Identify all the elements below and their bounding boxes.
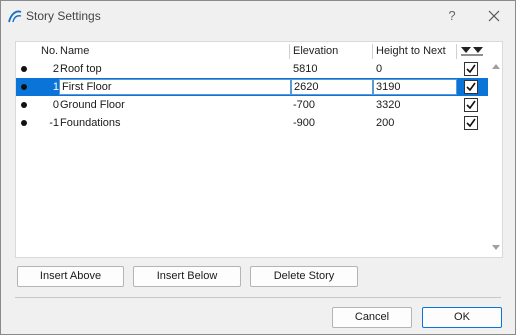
column-header-name[interactable]: Name	[60, 45, 89, 57]
story-elevation-field[interactable]: 2620	[291, 79, 373, 95]
scroll-down-arrow-icon[interactable]	[491, 242, 501, 252]
column-header-elevation[interactable]: Elevation	[293, 45, 338, 57]
help-button[interactable]: ?	[442, 7, 462, 25]
title-bar: Story Settings ?	[1, 1, 515, 31]
story-name[interactable]: Roof top	[60, 63, 102, 75]
story-number: 2	[52, 63, 59, 75]
column-separator[interactable]	[456, 44, 457, 59]
show-story-checkbox[interactable]	[464, 62, 478, 76]
table-row[interactable]: 2 Roof top 5810 0	[16, 60, 488, 78]
show-in-3d-column-toggle-icon[interactable]	[459, 44, 485, 58]
show-story-checkbox[interactable]	[464, 98, 478, 112]
delete-story-button[interactable]: Delete Story	[250, 266, 358, 287]
story-number: 1	[52, 81, 59, 93]
checkmark-icon	[466, 64, 476, 74]
story-name-field[interactable]: First Floor	[59, 79, 291, 95]
table-row-selected[interactable]: 1 First Floor 2620 3190	[16, 78, 488, 96]
table-row[interactable]: 0 Ground Floor -700 3320	[16, 96, 488, 114]
story-settings-dialog: Story Settings ? No. Name Elevation Heig…	[0, 0, 516, 335]
checkmark-icon	[466, 118, 476, 128]
column-separator[interactable]	[289, 44, 290, 59]
story-height-to-next[interactable]: 0	[376, 63, 382, 75]
story-table: No. Name Elevation Height to Next 2 Roof…	[15, 41, 503, 258]
close-icon	[488, 10, 500, 22]
window-title: Story Settings	[26, 9, 101, 23]
cancel-button[interactable]: Cancel	[332, 307, 412, 328]
story-name[interactable]: Ground Floor	[60, 99, 125, 111]
divider	[15, 297, 501, 298]
show-story-checkbox[interactable]	[464, 80, 478, 94]
close-button[interactable]	[483, 6, 505, 26]
story-number: -1	[49, 117, 59, 129]
story-height-to-next-field[interactable]: 3190	[373, 79, 457, 95]
show-story-checkbox[interactable]	[464, 116, 478, 130]
story-number: 0	[52, 99, 59, 111]
table-header: No. Name Elevation Height to Next	[16, 42, 502, 60]
checkmark-icon	[466, 82, 476, 92]
story-elevation[interactable]: -700	[293, 99, 315, 111]
column-separator[interactable]	[372, 44, 373, 59]
story-height-to-next[interactable]: 200	[376, 117, 394, 129]
column-header-height-to-next[interactable]: Height to Next	[376, 45, 446, 57]
insert-below-button[interactable]: Insert Below	[133, 266, 241, 287]
checkmark-icon	[466, 100, 476, 110]
story-name[interactable]: Foundations	[60, 117, 121, 129]
story-elevation[interactable]: -900	[293, 117, 315, 129]
story-height-to-next[interactable]: 3320	[376, 99, 400, 111]
app-logo-icon	[8, 10, 22, 23]
scroll-up-arrow-icon[interactable]	[491, 62, 501, 72]
story-elevation[interactable]: 5810	[293, 63, 317, 75]
table-row[interactable]: -1 Foundations -900 200	[16, 114, 488, 132]
ok-button[interactable]: OK	[422, 307, 502, 328]
insert-above-button[interactable]: Insert Above	[17, 266, 124, 287]
column-header-no[interactable]: No.	[41, 45, 58, 57]
